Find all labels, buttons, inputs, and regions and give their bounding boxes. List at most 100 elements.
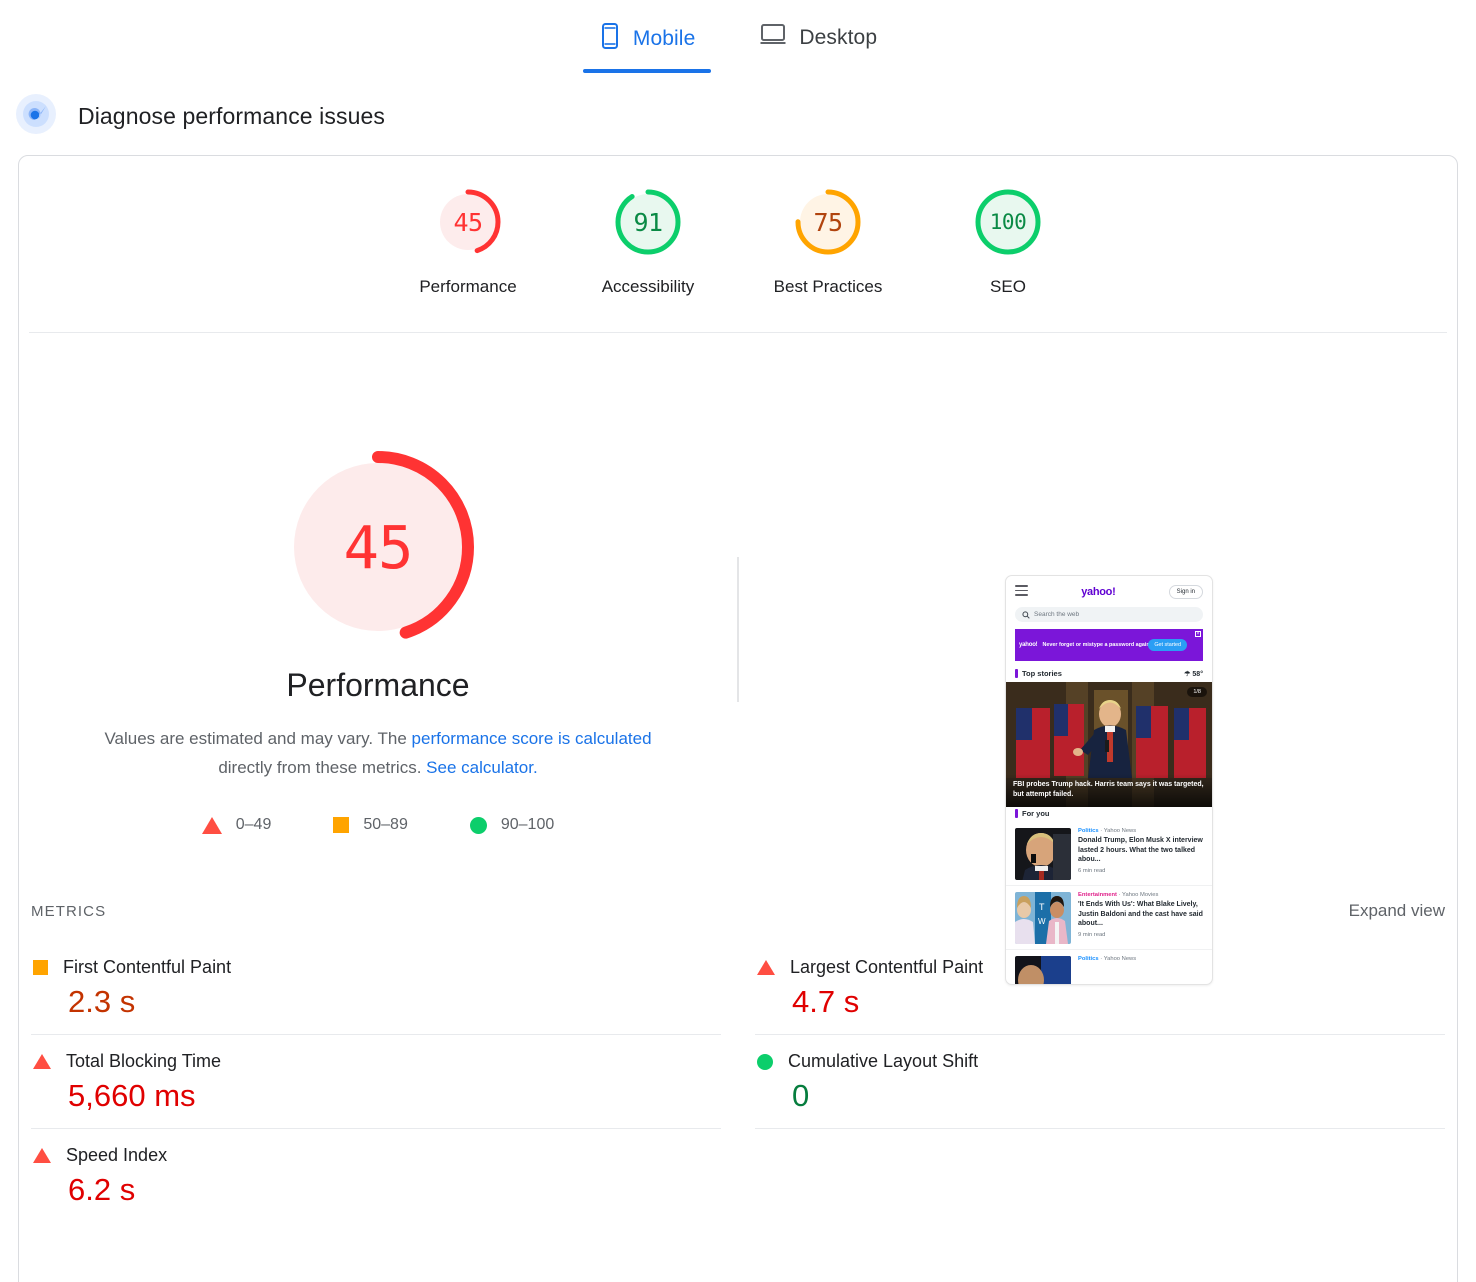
ad-close-icon: ×: [1195, 631, 1201, 637]
tab-desktop-label: Desktop: [799, 25, 878, 49]
for-you-label: For you: [1022, 809, 1050, 818]
page-screenshot-thumbnail[interactable]: yahoo! Sign in Search the web yahoo! Nev…: [1005, 575, 1213, 985]
legend-label-average: 50–89: [363, 816, 408, 834]
metric-value: 4.7 s: [792, 984, 860, 1019]
score-value-seo: 100: [989, 210, 1027, 234]
ad-cta-button: Get started: [1148, 639, 1187, 651]
form-factor-tabs: Mobile Desktop: [0, 0, 1476, 78]
ad-text: Never forget or mistype a password again…: [1042, 641, 1152, 648]
legend-label-pass: 90–100: [500, 816, 555, 834]
desktop-icon: [759, 22, 787, 53]
report-card: 45 Performance 91 Accessibility 75 Best …: [18, 155, 1458, 1282]
story-read-time: 6 min read: [1078, 867, 1106, 874]
metric-label: Largest Contentful Paint: [790, 957, 984, 977]
performance-score-link[interactable]: performance score is calculated: [412, 729, 652, 748]
screenshot-top-stories-header: Top stories ☂ 58°: [1006, 667, 1212, 682]
score-value-performance: 45: [453, 207, 483, 237]
circle-icon: [469, 816, 487, 834]
hero-section: 45 Performance Values are estimated and …: [19, 297, 1457, 985]
expand-view-button[interactable]: Expand view: [1349, 901, 1445, 921]
metric-total-blocking-time[interactable]: Total Blocking Time 5,660 ms: [31, 1035, 721, 1129]
metric-label: Total Blocking Time: [66, 1051, 222, 1071]
legend-item-average: 50–89: [333, 816, 408, 834]
score-label-best-practices: Best Practices: [773, 277, 883, 296]
score-gauge-seo: 100: [972, 186, 1044, 258]
score-gauge-performance: 45: [432, 186, 504, 258]
metric-first-contentful-paint[interactable]: First Contentful Paint 2.3 s: [31, 941, 721, 1035]
desc-text-1: Values are estimated and may vary. The: [104, 729, 412, 748]
metrics-grid: First Contentful Paint 2.3 s Largest Con…: [31, 941, 1445, 1222]
yahoo-logo: yahoo!: [1081, 586, 1116, 598]
score-accessibility[interactable]: 91 Accessibility: [558, 186, 738, 297]
story-source: · Yahoo Movies: [1118, 892, 1159, 898]
score-value-best-practices: 75: [813, 207, 843, 237]
tab-active-underline: [582, 69, 712, 73]
story-thumbnail: [1015, 828, 1071, 880]
score-label-performance: Performance: [419, 277, 517, 296]
metric-label: Cumulative Layout Shift: [788, 1051, 979, 1071]
score-seo[interactable]: 100 SEO: [918, 186, 1098, 297]
search-placeholder: Search the web: [1034, 611, 1080, 618]
performance-gauge: 45: [278, 447, 478, 647]
metric-value: 5,660 ms: [68, 1078, 196, 1113]
square-icon: [33, 960, 48, 975]
legend-item-pass: 90–100: [469, 816, 555, 834]
score-gauge-best-practices: 75: [792, 186, 864, 258]
legend-label-fail: 0–49: [235, 816, 272, 834]
story-source: · Yahoo News: [1100, 828, 1137, 834]
section-tick-icon: [1015, 809, 1018, 818]
triangle-icon: [757, 960, 775, 975]
score-label-seo: SEO: [990, 277, 1026, 296]
metric-label: First Contentful Paint: [63, 957, 232, 977]
metric-value: 2.3 s: [68, 984, 136, 1019]
mobile-icon: [599, 22, 621, 55]
tab-desktop[interactable]: Desktop: [751, 12, 885, 71]
hero-performance-block: 45 Performance Values are estimated and …: [19, 447, 737, 834]
metric-value: 6.2 s: [68, 1172, 136, 1207]
screenshot-ad-banner: yahoo! Never forget or mistype a passwor…: [1015, 629, 1203, 661]
story-title: Donald Trump, Elon Musk X interview last…: [1078, 837, 1203, 864]
screenshot-search-field: Search the web: [1015, 607, 1203, 622]
tab-mobile-label: Mobile: [632, 26, 696, 50]
weather-widget: ☂ 58°: [1184, 670, 1203, 678]
top-stories-label: Top stories: [1022, 669, 1062, 678]
hero-image-counter: 1/8: [1187, 687, 1207, 697]
ad-logo: yahoo!: [1019, 642, 1038, 648]
page-title: Diagnose performance issues: [78, 103, 385, 129]
category-scores: 45 Performance 91 Accessibility 75 Best …: [19, 156, 1457, 297]
tab-mobile[interactable]: Mobile: [582, 12, 712, 73]
weather-temp: 58: [1192, 670, 1201, 678]
metric-label: Speed Index: [66, 1145, 168, 1165]
screenshot-for-you-header: For you: [1006, 807, 1212, 822]
screenshot-hero-article: 1/8 FBI probes Trump hack. Harris team s…: [1006, 682, 1212, 807]
hamburger-menu-icon: [1015, 585, 1028, 599]
triangle-icon: [33, 1054, 51, 1069]
weather-icon: ☂: [1184, 670, 1191, 678]
metric-largest-contentful-paint[interactable]: Largest Contentful Paint 4.7 s: [755, 941, 1445, 1035]
performance-score-value: 45: [343, 512, 413, 582]
search-icon: [1022, 606, 1030, 624]
screenshot-topbar: yahoo! Sign in: [1006, 576, 1212, 604]
metric-speed-index[interactable]: Speed Index 6.2 s: [31, 1129, 721, 1222]
see-calculator-link[interactable]: See calculator.: [426, 758, 538, 777]
score-value-accessibility: 91: [633, 207, 663, 237]
story-read-time: 9 min read: [1078, 931, 1106, 938]
pagespeed-report: Mobile Desktop Diagnose performance issu…: [0, 0, 1476, 1282]
diagnose-header: Diagnose performance issues: [0, 78, 1476, 157]
metrics-title: METRICS: [31, 902, 107, 920]
triangle-icon: [201, 816, 222, 834]
score-legend: 0–49 50–89 90–100: [201, 816, 555, 834]
triangle-icon: [33, 1148, 51, 1163]
story-category: Entertainment: [1078, 892, 1117, 898]
circle-icon: [757, 1053, 773, 1070]
metric-cumulative-layout-shift[interactable]: Cumulative Layout Shift 0: [755, 1035, 1445, 1129]
sign-in-button: Sign in: [1168, 585, 1203, 599]
diagnose-gauge-icon: [16, 94, 56, 139]
screenshot-story-item: Politics · Yahoo News Donald Trump, Elon…: [1006, 822, 1212, 886]
hero-vertical-divider: [737, 557, 739, 702]
section-tick-icon: [1015, 669, 1018, 678]
score-best-practices[interactable]: 75 Best Practices: [738, 186, 918, 297]
metric-placeholder: [755, 1129, 1445, 1222]
square-icon: [333, 817, 350, 834]
score-performance[interactable]: 45 Performance: [378, 186, 558, 297]
